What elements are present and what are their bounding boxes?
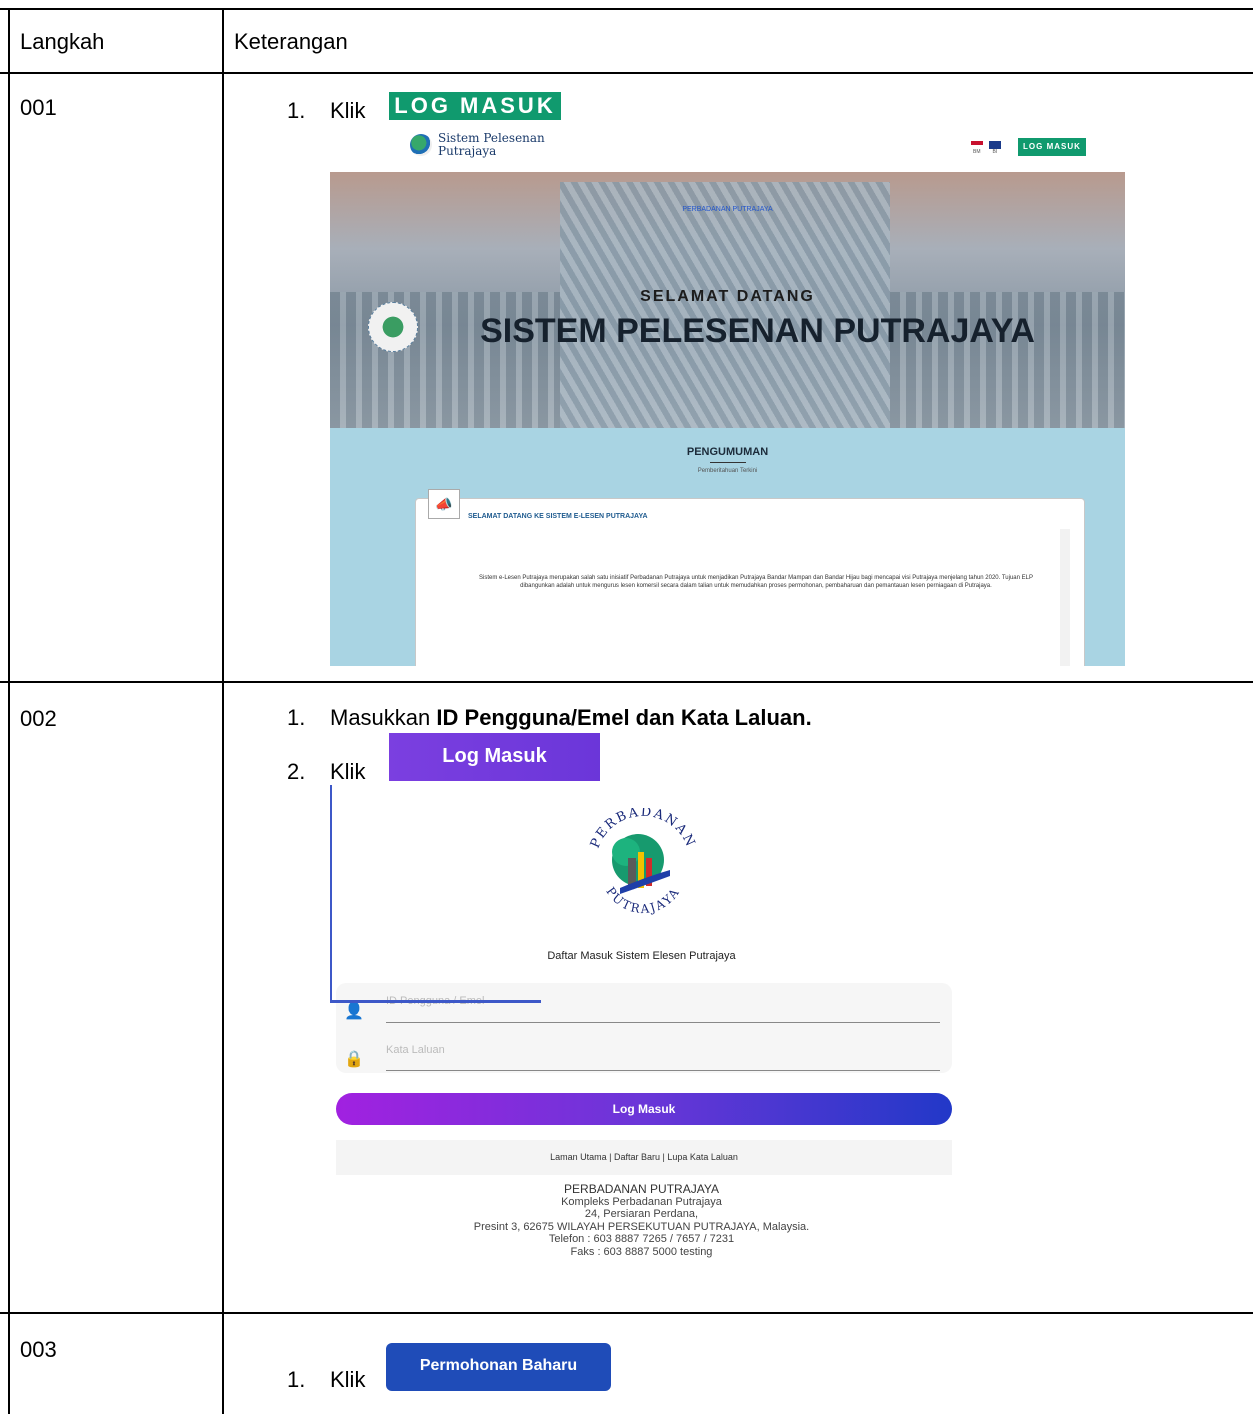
announcement-card: 📣 SELAMAT DATANG KE SISTEM E-LESEN PUTRA… <box>415 489 1085 666</box>
login-links[interactable]: Laman Utama | Daftar Baru | Lupa Kata La… <box>336 1140 952 1175</box>
card-scrollbar[interactable] <box>1060 529 1070 666</box>
permohonan-baharu-button-sample: Permohonan Baharu <box>386 1343 611 1391</box>
login-title: Daftar Masuk Sistem Elesen Putrajaya <box>547 950 736 962</box>
hero-banner: PERBADANAN PUTRAJAYA SELAMAT DATANG SIST… <box>330 172 1125 428</box>
announcement-heading: SELAMAT DATANG KE SISTEM E-LESEN PUTRAJA… <box>468 513 648 520</box>
step-number: 002 <box>20 706 57 731</box>
site-header: Sistem Pelesenan Putrajaya BM BI LOG MASU… <box>330 126 1125 172</box>
instruction-number: 1. <box>287 98 306 123</box>
hero-title: SISTEM PELESENAN PUTRAJAYA <box>480 312 1035 350</box>
brand-line-2: Putrajaya <box>438 144 497 158</box>
language-switcher[interactable]: BM BI <box>971 140 1007 155</box>
user-icon: 👤 <box>344 1003 364 1020</box>
announcement-subtitle: Pemberitahuan Terkini <box>697 468 758 474</box>
username-underline <box>386 1022 940 1023</box>
uk-flag-icon[interactable] <box>989 140 1001 149</box>
step-number: 001 <box>20 95 57 120</box>
announcement-underline <box>710 462 746 463</box>
address-block: PERBADANAN PUTRAJAYA Kompleks Perbadanan… <box>330 1183 953 1258</box>
hero-welcome: SELAMAT DATANG <box>640 288 815 305</box>
table-left-border <box>8 8 10 1414</box>
instruction-number: 2. <box>287 759 306 784</box>
instruction-text: Klik <box>330 98 366 123</box>
perbadanan-putrajaya-logo-icon: PERBADANAN PUTRAJAYA <box>588 808 696 917</box>
megaphone-icon: 📣 <box>428 489 460 519</box>
instruction-text: Klik <box>330 1367 366 1392</box>
site-brand: Sistem Pelesenan Putrajaya <box>438 132 545 158</box>
instruction-text: Klik <box>330 759 366 784</box>
instruction-number: 1. <box>287 1367 306 1392</box>
hero-link[interactable]: PERBADANAN PUTRAJAYA <box>330 206 1125 213</box>
step-number: 003 <box>20 1337 57 1362</box>
logo-bottom-text: PUTRAJAYA <box>603 885 680 917</box>
lang-bi: BI <box>992 149 998 155</box>
announcement-section: PENGUMUMAN Pemberitahuan Terkini 📣 SELAM… <box>330 428 1125 666</box>
address-line: Telefon : 603 8887 7265 / 7657 / 7231 <box>548 1233 735 1245</box>
header-description: Keterangan <box>234 29 348 54</box>
address-line: 24, Persiaran Perdana, <box>584 1208 699 1220</box>
instruction-bold: ID Pengguna/Emel dan Kata Laluan. <box>436 705 812 730</box>
table-top-border <box>0 8 1253 10</box>
site-logo-icon <box>410 134 432 156</box>
login-card-left-border <box>330 785 332 1003</box>
password-input[interactable]: Kata Laluan <box>386 1044 445 1056</box>
log-masuk-purple-button-sample: Log Masuk <box>389 733 600 781</box>
row2-bottom-border <box>0 1312 1253 1314</box>
announcement-title: PENGUMUMAN <box>686 446 769 458</box>
lang-bm: BM <box>973 149 981 155</box>
login-card-bottom-accent <box>330 1000 541 1003</box>
address-line: PERBADANAN PUTRAJAYA <box>564 1182 719 1196</box>
password-underline <box>386 1070 940 1071</box>
address-line: Kompleks Perbadanan Putrajaya <box>561 1195 722 1208</box>
address-line: Presint 3, 62675 WILAYAH PERSEKUTUAN PUT… <box>473 1220 810 1233</box>
log-masuk-button-sample: LOG MASUK <box>389 92 561 120</box>
homepage-screenshot: Sistem Pelesenan Putrajaya BM BI LOG MASU… <box>330 126 1125 666</box>
instruction-number: 1. <box>287 705 306 730</box>
announcement-body: Sistem e-Lesen Putrajaya merupakan salah… <box>478 575 1033 589</box>
svg-text:PUTRAJAYA: PUTRAJAYA <box>603 885 682 917</box>
row1-bottom-border <box>0 681 1253 683</box>
header-bottom-border <box>0 72 1253 74</box>
table-column-divider <box>222 8 224 1414</box>
header-step: Langkah <box>20 29 105 54</box>
login-fields: 👤 ID Pengguna / Emel 🔒 Kata Laluan <box>336 983 952 1073</box>
login-submit-button[interactable]: Log Masuk <box>336 1093 952 1125</box>
header-login-button[interactable]: LOG MASUK <box>1018 138 1086 156</box>
malaysia-flag-icon[interactable] <box>971 140 983 149</box>
instruction-line: Masukkan ID Pengguna/Emel dan Kata Lalua… <box>330 705 812 731</box>
lock-icon: 🔒 <box>344 1051 364 1068</box>
instruction-text: Masukkan <box>330 705 431 730</box>
address-line: Faks : 603 8887 5000 testing <box>570 1245 713 1258</box>
